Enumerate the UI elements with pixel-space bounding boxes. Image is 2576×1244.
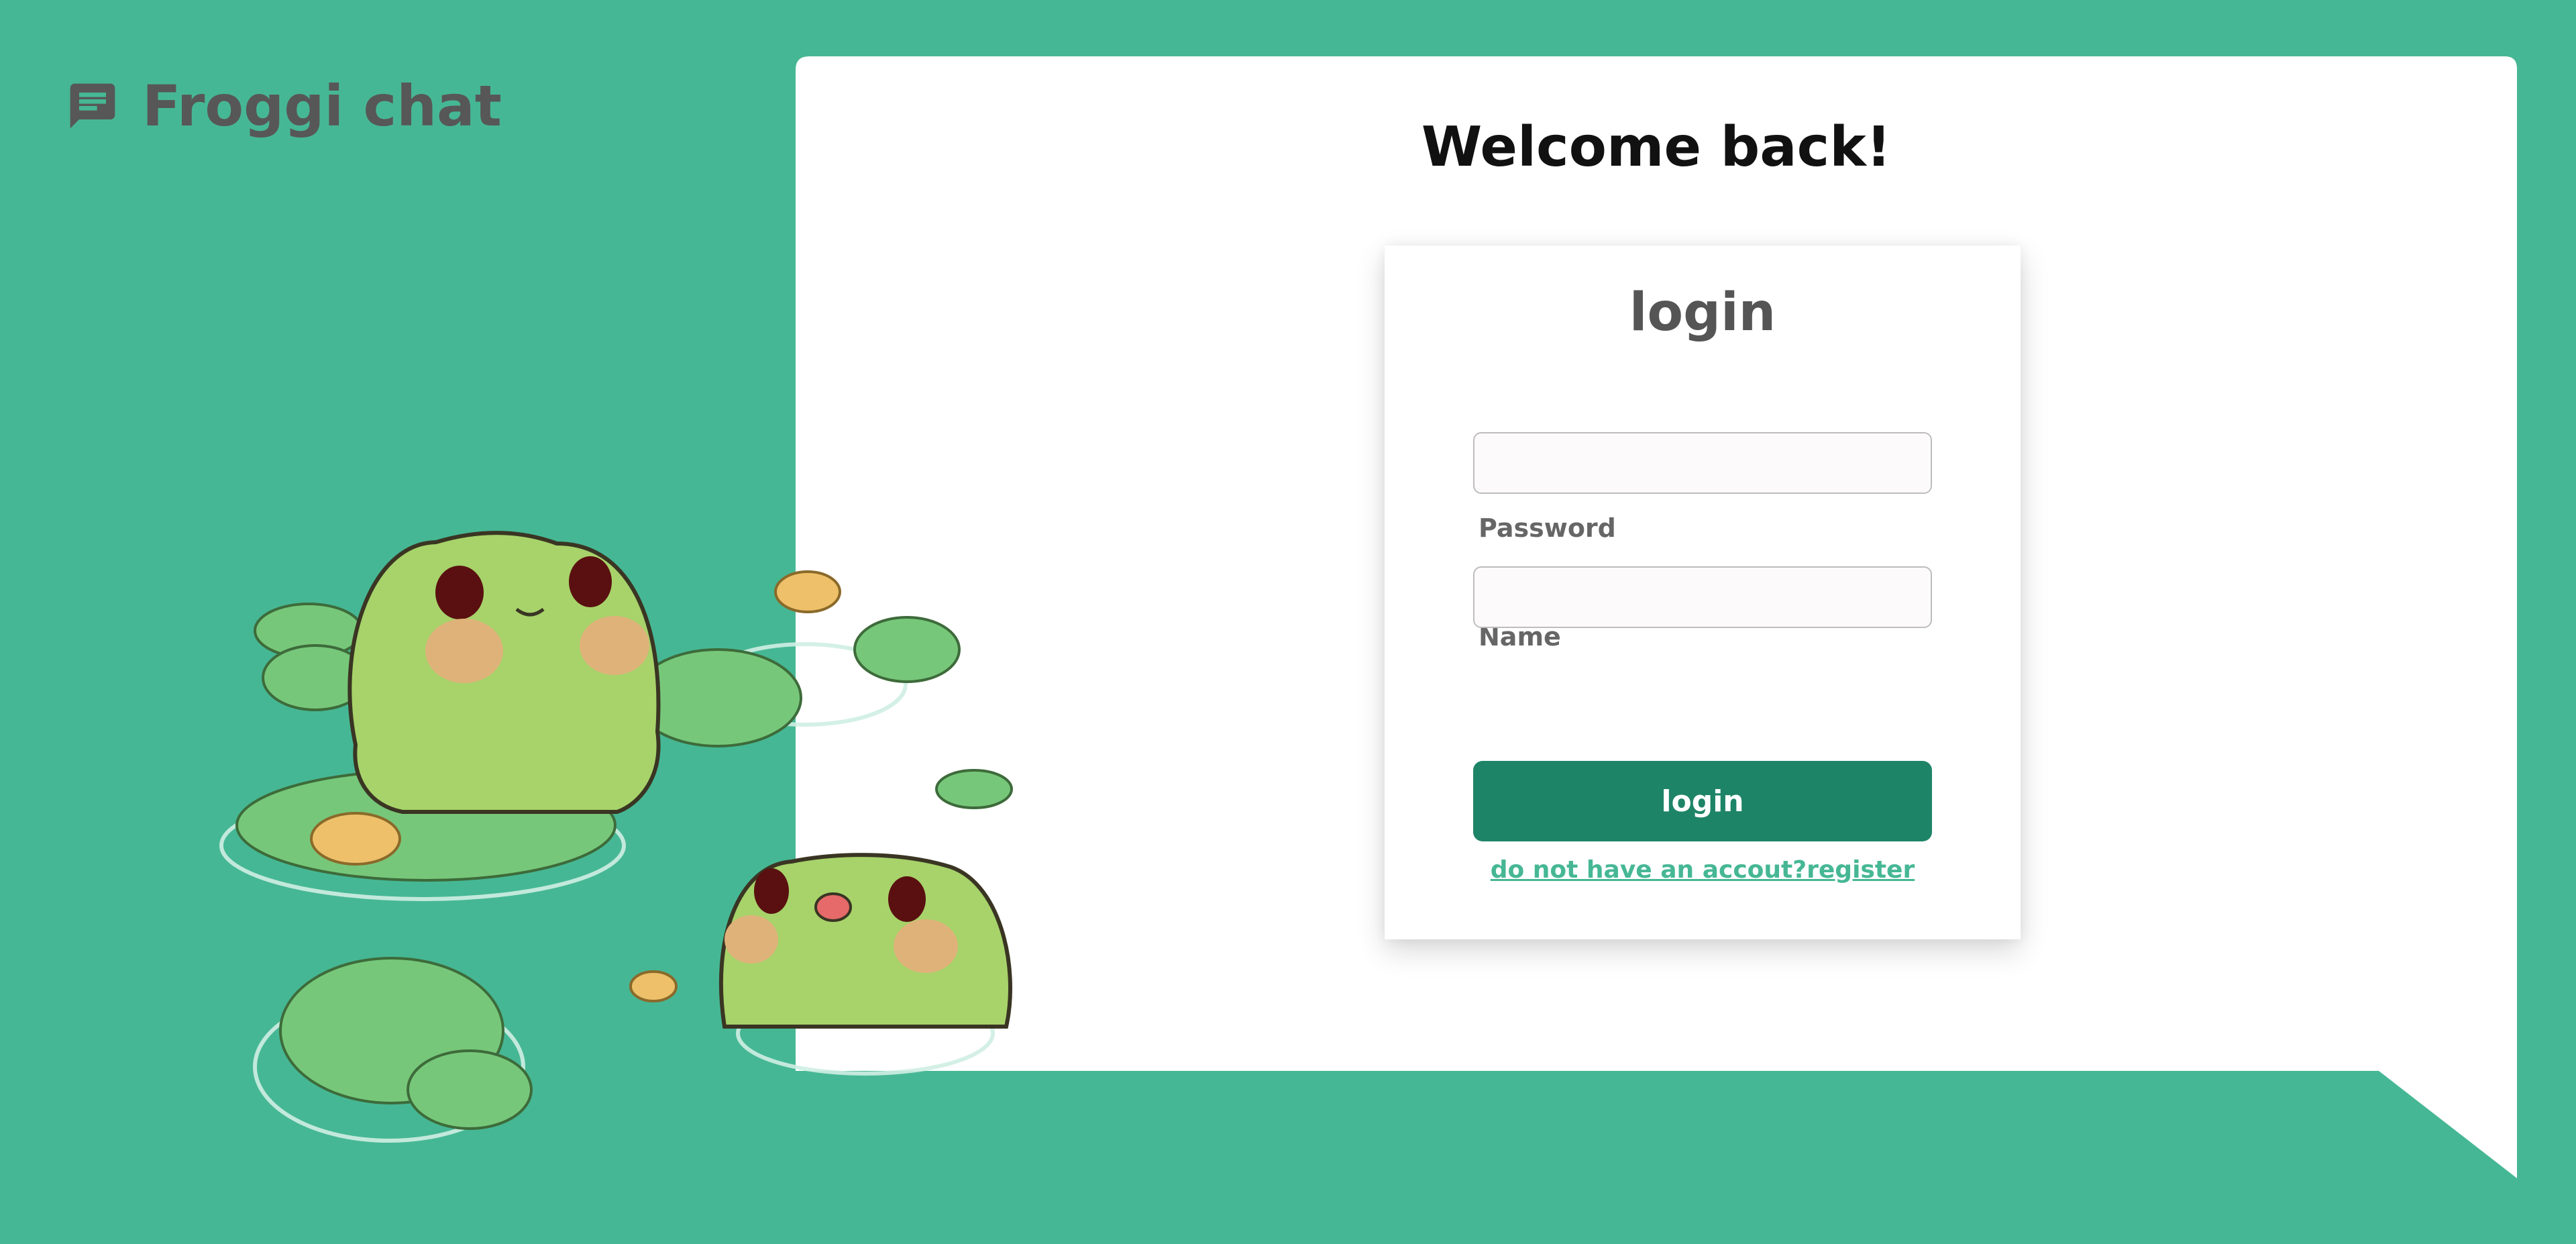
- small-frog: [718, 853, 1012, 1029]
- frogs-on-lily-pads-illustration: [219, 531, 1013, 1143]
- login-card-title: login: [1629, 282, 1776, 343]
- name-input[interactable]: [1473, 432, 1932, 494]
- login-card: login Name Password login do not have an…: [1385, 246, 2021, 939]
- brand[interactable]: Froggi chat: [66, 72, 502, 140]
- big-frog: [347, 531, 661, 814]
- app-root: Froggi chat Welcome back! login Name Pas…: [0, 0, 2576, 1244]
- login-button[interactable]: login: [1473, 761, 1932, 841]
- chat-bubble-icon: [70, 83, 115, 129]
- password-input[interactable]: [1473, 566, 1932, 628]
- page-title: Welcome back!: [1421, 115, 1892, 179]
- brand-name: Froggi chat: [142, 73, 502, 139]
- register-link[interactable]: do not have an accout?register: [1385, 853, 2021, 887]
- password-label: Password: [1479, 513, 1616, 543]
